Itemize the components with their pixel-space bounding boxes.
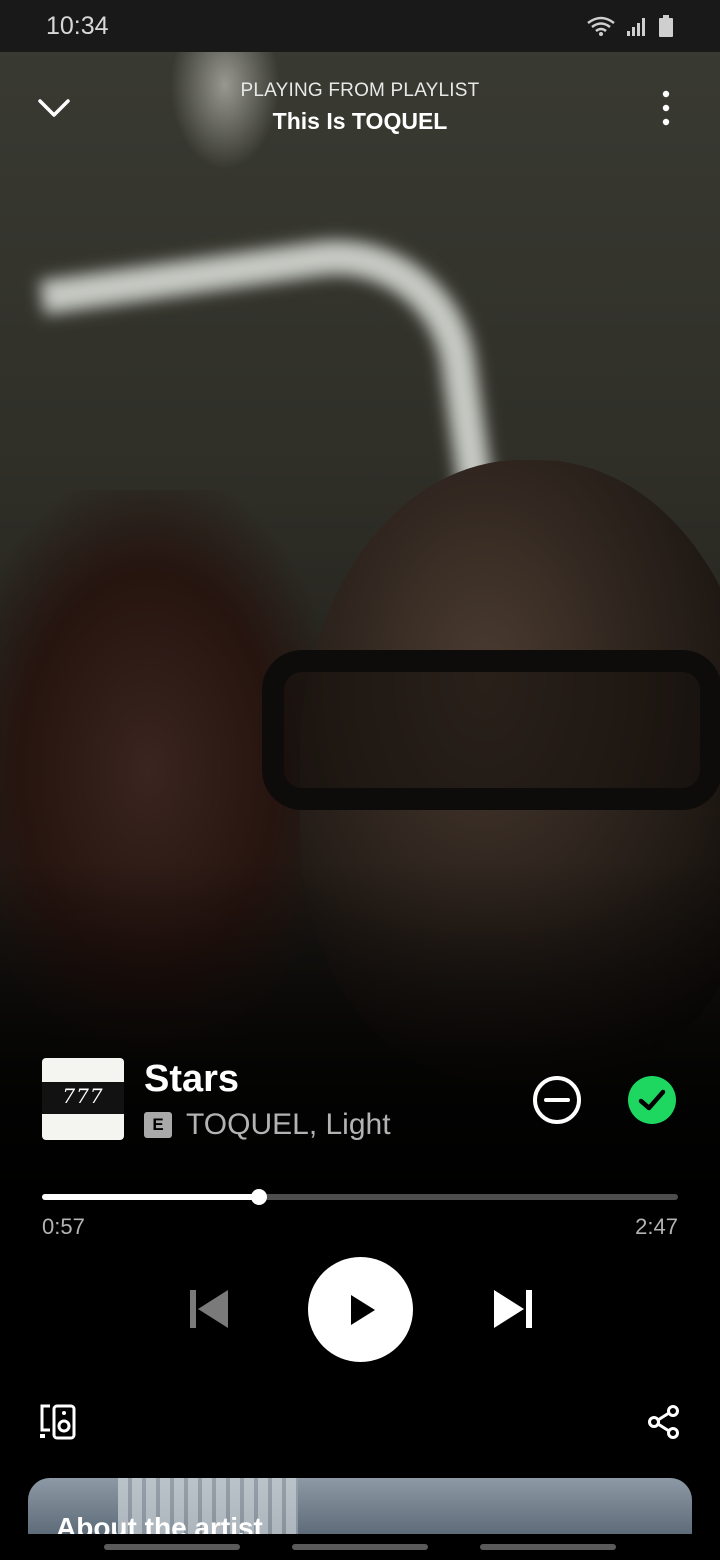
nav-back-handle[interactable] [480,1544,616,1550]
previous-track-icon[interactable] [186,1286,232,1332]
player-header: PLAYING FROM PLAYLIST This Is TOQUEL [0,60,720,150]
progress-bar[interactable] [42,1189,678,1205]
connect-devices-icon[interactable] [38,1402,78,1442]
nav-recents-handle[interactable] [104,1544,240,1550]
progress-knob[interactable] [250,1189,267,1205]
hide-song-button[interactable] [531,1074,583,1126]
liked-check-button[interactable] [626,1074,678,1126]
artist-row: E TOQUEL, Light [144,1108,391,1142]
total-duration: 2:47 [635,1214,678,1239]
gesture-nav-bar [0,1534,720,1560]
cover-text: 777 [62,1084,104,1108]
track-artists[interactable]: TOQUEL, Light [186,1108,391,1142]
track-info: 777 Stars E TOQUEL, Light [42,1058,682,1142]
track-title[interactable]: Stars [144,1058,239,1101]
next-track-icon[interactable] [490,1286,536,1332]
about-artist-title: About the artist [56,1512,263,1534]
status-bar: 10:34 [0,0,720,52]
play-button[interactable] [308,1257,413,1362]
battery-icon [659,15,673,37]
play-icon [350,1294,375,1325]
canvas-glasses [262,650,720,810]
elapsed-time: 0:57 [42,1214,85,1239]
playing-from-label: PLAYING FROM PLAYLIST [240,80,480,101]
wifi-icon [587,16,615,36]
explicit-badge: E [144,1112,172,1138]
album-cover[interactable]: 777 [42,1058,124,1140]
share-icon[interactable] [646,1404,682,1440]
nav-home-handle[interactable] [292,1544,428,1550]
status-icons [586,14,674,38]
playlist-name[interactable]: This Is TOQUEL [0,108,720,135]
more-options-icon[interactable] [648,88,684,128]
signal-icon [627,18,645,36]
status-time: 10:34 [46,11,109,40]
progress-fill [42,1194,259,1200]
about-artist-card[interactable]: About the artist [28,1478,692,1534]
canvas-shade [0,860,720,1560]
